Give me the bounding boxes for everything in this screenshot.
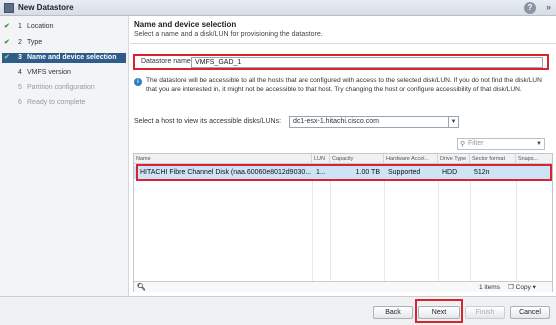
info-text: The datastore will be accessible to all …: [146, 77, 542, 93]
table-header: Name LUN Capacity Hardware Accel... Driv…: [134, 154, 552, 164]
cancel-button[interactable]: Cancel: [510, 306, 550, 319]
main-content: Name and device selection Select a name …: [130, 16, 556, 296]
chevron-down-icon[interactable]: ▼: [448, 117, 458, 127]
checkmark-icon: ✔: [4, 23, 10, 30]
wizard-footer: Back Next Finish Cancel: [0, 296, 556, 325]
step-ready-to-complete: 6 Ready to complete: [18, 99, 86, 106]
filter-input[interactable]: ⚲ Filter ▼: [457, 138, 545, 150]
host-selector-label: Select a host to view its accessible dis…: [134, 118, 282, 125]
page-subtitle: Select a name and a disk/LUN for provisi…: [134, 31, 323, 38]
step-type[interactable]: ✔ 2 Type: [2, 38, 126, 48]
host-select[interactable]: dc1-esx-1.hitachi.cisco.com ▼: [289, 116, 459, 128]
column-header-sector-format[interactable]: Sector format: [470, 154, 516, 164]
column-header-lun[interactable]: LUN: [312, 154, 330, 164]
copy-label: Copy: [515, 284, 531, 291]
column-divider: [470, 164, 471, 281]
datastore-name-label: Datastore name:: [141, 58, 193, 65]
back-button[interactable]: Back: [373, 306, 413, 319]
expand-icon[interactable]: »: [546, 2, 551, 12]
column-header-hardware-accel[interactable]: Hardware Accel...: [384, 154, 438, 164]
datastore-icon: [4, 3, 14, 13]
finish-button[interactable]: Finish: [465, 306, 505, 319]
window-title: New Datastore: [18, 3, 74, 12]
row-highlight: [136, 164, 552, 181]
column-header-name[interactable]: Name: [134, 154, 312, 164]
chevron-down-icon[interactable]: ▼: [536, 139, 542, 149]
host-selector-row: Select a host to view its accessible dis…: [134, 116, 554, 128]
table-footer: 🔍︎ 1 items ❐ Copy ▾: [134, 281, 552, 292]
column-divider: [384, 164, 385, 281]
binoculars-icon[interactable]: 🔍︎: [137, 283, 146, 291]
copy-icon: ❐: [508, 284, 514, 291]
checkmark-icon: ✔: [4, 39, 10, 46]
host-select-value: dc1-esx-1.hitachi.cisco.com: [293, 118, 379, 125]
filter-placeholder: Filter: [468, 140, 484, 147]
step-name-and-device-selection[interactable]: ✔ 3 Name and device selection: [2, 53, 126, 63]
next-button-highlight: [415, 299, 463, 323]
chevron-down-icon: ▾: [532, 284, 536, 291]
help-icon[interactable]: ?: [524, 2, 536, 14]
page-title: Name and device selection: [134, 20, 237, 29]
column-header-snapshot[interactable]: Snaps...: [516, 154, 552, 164]
info-icon: i: [134, 78, 142, 86]
checkmark-icon: ✔: [4, 54, 10, 61]
column-header-drive-type[interactable]: Drive Type: [438, 154, 470, 164]
column-divider: [330, 164, 331, 281]
column-divider: [516, 164, 517, 281]
datastore-name-highlight: Datastore name:: [133, 54, 549, 70]
item-count: 1 items: [479, 284, 500, 291]
step-location[interactable]: ✔ 1 Location: [2, 22, 126, 32]
datastore-name-input[interactable]: [191, 57, 543, 68]
copy-button[interactable]: ❐ Copy ▾: [508, 283, 536, 291]
column-divider: [438, 164, 439, 281]
wizard-steps-sidebar: ✔ 1 Location ✔ 2 Type ✔ 3 Name and devic…: [0, 16, 129, 296]
disk-lun-table: Name LUN Capacity Hardware Accel... Driv…: [133, 153, 553, 292]
window-titlebar: New Datastore ? »: [0, 0, 556, 16]
step-vmfs-version: 4 VMFS version: [18, 69, 71, 76]
step-partition-configuration: 5 Partition configuration: [18, 84, 95, 91]
column-header-capacity[interactable]: Capacity: [330, 154, 384, 164]
search-icon: ⚲: [460, 141, 466, 148]
column-divider: [312, 164, 313, 281]
divider: [130, 43, 556, 44]
